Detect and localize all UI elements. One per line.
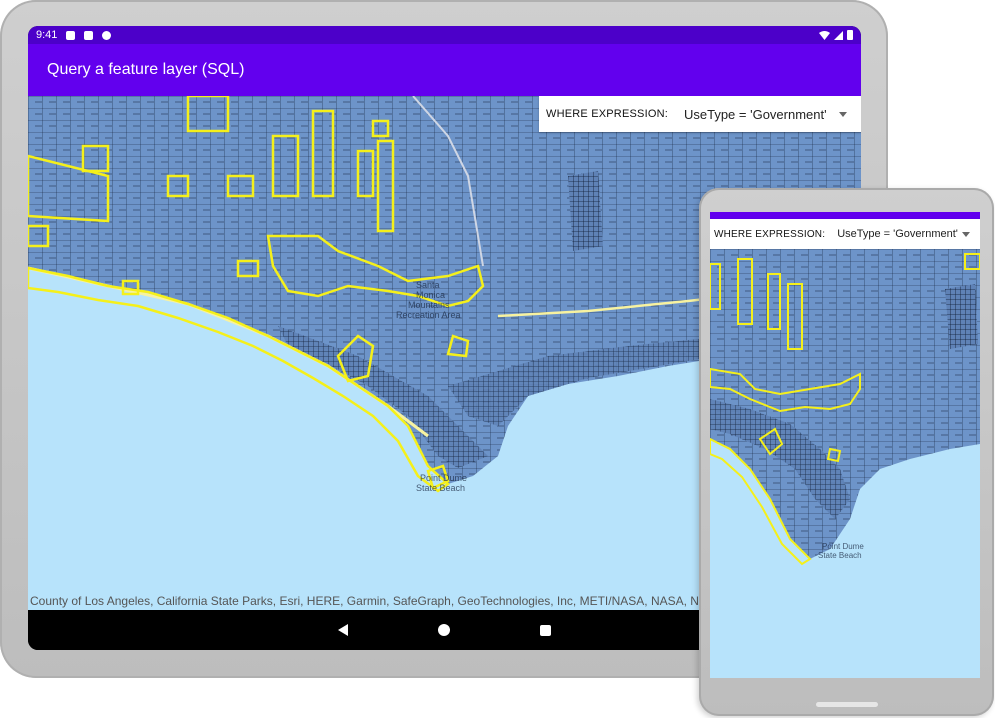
notification-a-icon [66, 30, 76, 40]
where-expression-label: WHERE EXPRESSION: [714, 228, 826, 240]
app-title: Query a feature layer (SQL) [47, 61, 245, 78]
chevron-down-icon [839, 111, 847, 117]
status-time: 9:41 [36, 29, 58, 41]
where-expression-value: UseType = 'Government' [837, 228, 958, 240]
land-area [710, 249, 980, 559]
home-indicator[interactable] [816, 702, 878, 707]
where-expression-bar: WHERE EXPRESSION: UseType = 'Government' [539, 96, 861, 132]
dense-development-area [945, 284, 978, 349]
dense-development-area [568, 171, 603, 251]
phone-map-canvas[interactable]: Point Dume State Beach [710, 249, 980, 678]
phone-map-view[interactable]: Point Dume State Beach [710, 249, 980, 678]
chevron-down-icon [962, 231, 970, 237]
back-icon[interactable] [338, 624, 348, 636]
sd-card-icon [84, 30, 94, 40]
battery-icon [847, 30, 853, 40]
map-label: State Beach [818, 551, 862, 560]
map-label: Point Dume [420, 473, 467, 483]
map-label: Mountains [408, 300, 450, 310]
map-label: Recreation Area [396, 310, 461, 320]
phone-device-frame: WHERE EXPRESSION: UseType = 'Government' [699, 188, 994, 716]
where-expression-value: UseType = 'Government' [683, 106, 827, 122]
phone-screen: WHERE EXPRESSION: UseType = 'Government' [710, 212, 980, 678]
wifi-icon [819, 30, 830, 40]
status-bar: 9:41 [28, 26, 861, 44]
phone-app-bar [710, 212, 980, 219]
where-expression-dropdown[interactable]: UseType = 'Government' [684, 107, 861, 122]
app-bar: Query a feature layer (SQL) [28, 44, 861, 96]
where-expression-dropdown[interactable]: UseType = 'Government' [837, 228, 980, 240]
where-expression-label: WHERE EXPRESSION: [546, 108, 668, 120]
sync-icon [102, 30, 112, 40]
map-attribution: County of Los Angeles, California State … [30, 594, 720, 608]
recent-apps-icon[interactable] [540, 624, 551, 636]
map-label: Santa [416, 280, 440, 290]
phone-where-expression-bar: WHERE EXPRESSION: UseType = 'Government' [710, 219, 980, 249]
signal-icon [834, 30, 843, 40]
map-label: Monica [416, 290, 445, 300]
map-label: Point Dume [822, 542, 864, 551]
home-icon[interactable] [438, 624, 450, 636]
map-label: State Beach [416, 483, 465, 493]
